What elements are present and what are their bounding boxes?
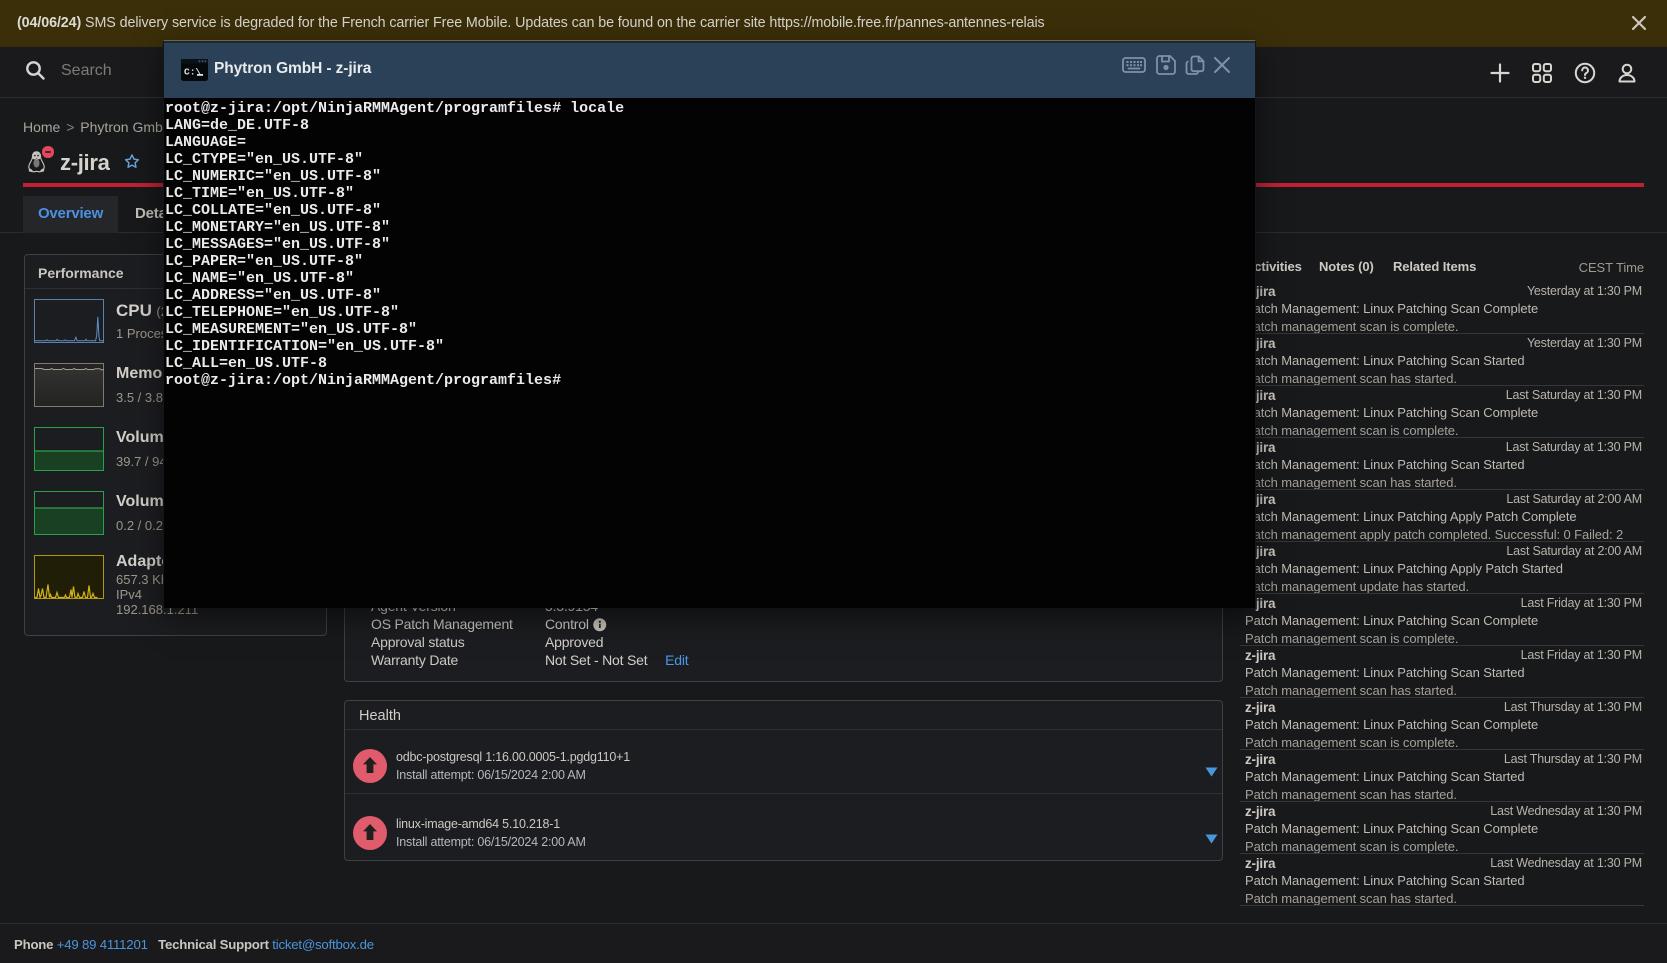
svg-text:C:\: C:\ — [184, 67, 201, 78]
